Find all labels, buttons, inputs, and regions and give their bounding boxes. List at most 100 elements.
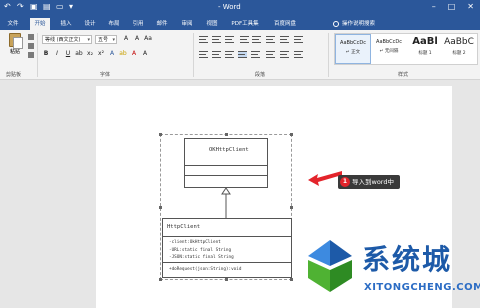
justify-icon[interactable]	[238, 51, 247, 58]
paragraph-group-label: 段落	[255, 72, 266, 78]
tab-baidu-netdisk[interactable]: 百度网盘	[268, 18, 302, 30]
style-name: ↵ 无间隔	[379, 49, 399, 54]
style-no-spacing[interactable]: AaBbCcDc ↵ 无间隔	[371, 34, 407, 64]
superscript-icon[interactable]: x²	[97, 50, 105, 57]
folder-icon[interactable]: ▭	[56, 3, 64, 11]
resize-handle[interactable]	[159, 133, 162, 136]
title-bar: ↶ ↷ ▣ ▤ ▭ ▾ - Word – □ ✕	[0, 0, 480, 16]
tab-design[interactable]: 设计	[80, 18, 100, 30]
callout-number: 1	[340, 177, 350, 187]
uml-attributes: -client:OkHttpClient -URL:static final S…	[163, 239, 234, 262]
watermark-cn: 系统城	[362, 243, 453, 276]
highlight-icon[interactable]: ab	[119, 50, 127, 57]
uml-attribute: -JSON:static final String	[169, 255, 234, 260]
cut-icon[interactable]	[28, 34, 34, 40]
shading-icon[interactable]	[280, 51, 289, 58]
ribbon-tabs: 文件 开始 插入 设计 布局 引用 邮件 审阅 视图 PDF工具集 百度网盘 操…	[0, 16, 480, 30]
shrink-font-icon[interactable]: A	[133, 35, 141, 42]
clipboard-group-label: 剪贴板	[6, 72, 22, 78]
tab-mailings[interactable]: 邮件	[152, 18, 172, 30]
copy-icon[interactable]	[28, 43, 34, 49]
style-normal[interactable]: AaBbCcDc ↵ 正文	[335, 34, 371, 64]
close-icon[interactable]: ✕	[467, 2, 474, 11]
subscript-icon[interactable]: x₂	[86, 50, 94, 57]
tab-home[interactable]: 开始	[30, 18, 50, 30]
annotation-arrow	[308, 171, 342, 186]
style-sample: AaBbCcDc	[340, 40, 366, 46]
tab-pdf-tools[interactable]: PDF工具集	[226, 18, 264, 30]
tab-references[interactable]: 引用	[128, 18, 148, 30]
change-case-icon[interactable]: Aa	[144, 35, 152, 42]
distributed-icon[interactable]	[251, 51, 260, 58]
dropdown-icon[interactable]: ▾	[69, 3, 76, 11]
save-icon[interactable]: ▣	[30, 3, 38, 11]
uml-divider	[163, 262, 291, 263]
paste-button[interactable]: 粘贴	[6, 33, 24, 61]
char-shading-icon[interactable]: A	[141, 50, 149, 57]
minimize-icon[interactable]: –	[432, 2, 436, 11]
resize-handle[interactable]	[159, 206, 162, 209]
chinese-layout-icon[interactable]	[266, 36, 275, 43]
align-right-icon[interactable]	[225, 51, 234, 58]
grow-font-icon[interactable]: A	[122, 35, 130, 42]
underline-icon[interactable]: U	[64, 50, 72, 57]
numbering-icon[interactable]	[212, 36, 221, 43]
decrease-indent-icon[interactable]	[240, 36, 249, 43]
styles-group-label: 样式	[398, 72, 409, 78]
show-marks-icon[interactable]	[294, 36, 303, 43]
tab-insert[interactable]: 插入	[56, 18, 76, 30]
resize-handle[interactable]	[290, 133, 293, 136]
resize-handle[interactable]	[290, 278, 293, 281]
align-center-icon[interactable]	[212, 51, 221, 58]
annotation-callout: 1 导入到word中	[338, 175, 400, 189]
increase-indent-icon[interactable]	[252, 36, 261, 43]
callout-text: 导入到word中	[352, 178, 394, 186]
uml-inheritance-arrow	[221, 188, 231, 218]
format-painter-icon[interactable]	[28, 52, 34, 58]
maximize-icon[interactable]: □	[448, 2, 456, 11]
style-heading-2[interactable]: AaBbC 标题 2	[441, 34, 477, 64]
resize-handle[interactable]	[225, 133, 228, 136]
lightbulb-icon	[333, 21, 339, 27]
tab-layout[interactable]: 布局	[104, 18, 124, 30]
window-controls: – □ ✕	[432, 2, 474, 11]
line-spacing-icon[interactable]	[266, 51, 275, 58]
resize-handle[interactable]	[159, 278, 162, 281]
font-size-select[interactable]: 五号	[95, 35, 117, 44]
resize-handle[interactable]	[290, 206, 293, 209]
tell-me-search[interactable]: 操作说明搜索	[333, 18, 375, 30]
open-icon[interactable]: ▤	[43, 3, 51, 11]
text-effects-icon[interactable]: A	[108, 50, 116, 57]
font-group-label: 字体	[100, 72, 111, 78]
italic-icon[interactable]: I	[53, 50, 61, 57]
align-left-icon[interactable]	[199, 51, 208, 58]
tab-review[interactable]: 审阅	[177, 18, 197, 30]
redo-icon[interactable]: ↷	[17, 3, 24, 11]
quick-access-toolbar: ↶ ↷ ▣ ▤ ▭ ▾	[4, 3, 76, 11]
strikethrough-icon[interactable]: ab	[75, 50, 83, 57]
resize-handle[interactable]	[225, 278, 228, 281]
styles-gallery: AaBbCcDc ↵ 正文 AaBbCcDc ↵ 无间隔 AaBl 标题 1 A…	[334, 33, 478, 65]
bold-icon[interactable]: B	[42, 50, 50, 57]
sort-icon[interactable]	[280, 36, 289, 43]
tab-file[interactable]: 文件	[2, 18, 24, 30]
uml-divider	[185, 165, 267, 166]
font-name-select[interactable]: 等线 (西文正文)	[42, 35, 92, 44]
uml-class-name: OKHttpClient	[209, 147, 249, 153]
tab-view[interactable]: 视图	[202, 18, 222, 30]
uml-class-httpclient: HttpClient -client:OkHttpClient -URL:sta…	[162, 218, 292, 278]
borders-icon[interactable]	[294, 51, 303, 58]
style-name: 标题 1	[418, 51, 432, 56]
style-name: 标题 2	[452, 51, 466, 56]
style-heading-1[interactable]: AaBl 标题 1	[407, 34, 443, 64]
undo-icon[interactable]: ↶	[4, 3, 11, 11]
style-sample: AaBbCcDc	[376, 39, 402, 45]
style-name: ↵ 正文	[345, 50, 361, 55]
bullets-icon[interactable]	[199, 36, 208, 43]
multilevel-list-icon[interactable]	[225, 36, 234, 43]
uml-divider	[185, 175, 267, 176]
paste-label: 粘贴	[9, 49, 20, 55]
uml-attribute: -URL:static final String	[169, 247, 232, 253]
watermark-logo: 系统城 XITONGCHENG.COM	[302, 232, 480, 308]
font-color-icon[interactable]: A	[130, 50, 138, 57]
